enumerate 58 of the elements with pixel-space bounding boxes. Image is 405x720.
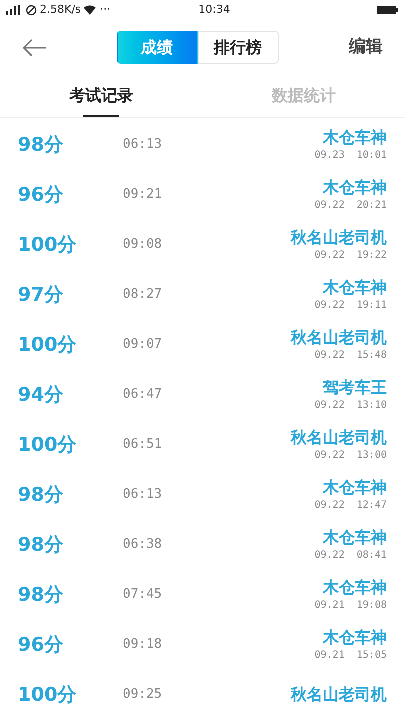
record-title: 木仓车神 xyxy=(323,528,387,548)
duration: 06:13 xyxy=(123,136,162,154)
duration: 06:38 xyxy=(123,536,162,554)
record-title: 木仓车神 xyxy=(323,278,387,298)
duration: 06:13 xyxy=(123,486,162,504)
duration: 09:25 xyxy=(123,686,162,704)
score: 98分 xyxy=(18,482,64,508)
score: 94分 xyxy=(18,382,64,408)
duration: 07:45 xyxy=(123,586,162,604)
score: 98分 xyxy=(18,132,64,158)
score: 96分 xyxy=(18,632,64,658)
record-title: 秋名山老司机 xyxy=(291,685,387,705)
record-date: 09.22 19:22 xyxy=(314,248,387,262)
record-date: 09.21 15:05 xyxy=(314,648,387,662)
score: 100分 xyxy=(18,332,78,358)
duration: 09:18 xyxy=(123,636,162,654)
score: 100分 xyxy=(18,432,78,458)
record-date: 09.22 20:21 xyxy=(314,198,387,212)
duration: 09:07 xyxy=(123,336,162,354)
score: 100分 xyxy=(18,232,78,258)
record-date: 09.22 13:00 xyxy=(314,448,387,462)
record-title: 秋名山老司机 xyxy=(291,328,387,348)
score: 96分 xyxy=(18,182,64,208)
duration: 09:21 xyxy=(123,186,162,204)
clock: 10:34 xyxy=(198,2,230,18)
record-date: 09.22 19:11 xyxy=(314,298,387,312)
edit-button[interactable]: 编辑 xyxy=(349,34,383,60)
record-title: 秋名山老司机 xyxy=(291,428,387,448)
score: 98分 xyxy=(18,532,64,558)
record-date: 09.21 19:08 xyxy=(314,598,387,612)
score: 100分 xyxy=(18,682,78,708)
record-title: 木仓车神 xyxy=(323,578,387,598)
record-date: 09.23 10:01 xyxy=(314,148,387,162)
record-title: 驾考车王 xyxy=(323,378,387,398)
duration: 06:51 xyxy=(123,436,162,454)
battery-icon xyxy=(377,5,399,15)
record-title: 木仓车神 xyxy=(323,478,387,498)
blocked-icon xyxy=(26,4,37,16)
tab[interactable]: 考试记录 xyxy=(0,75,202,117)
record-title: 木仓车神 xyxy=(323,628,387,648)
record-date: 09.22 12:47 xyxy=(314,498,387,512)
record-date: 09.22 08:41 xyxy=(314,548,387,562)
wifi-icon xyxy=(84,5,96,15)
back-arrow-icon[interactable] xyxy=(22,38,46,56)
duration: 08:27 xyxy=(123,286,162,304)
score: 97分 xyxy=(18,282,64,308)
duration: 09:08 xyxy=(123,236,162,254)
network-speed: 2.58K/s xyxy=(40,2,82,18)
record-title: 秋名山老司机 xyxy=(291,228,387,248)
record-title: 木仓车神 xyxy=(323,128,387,148)
score: 98分 xyxy=(18,582,64,608)
record-date: 09.22 13:10 xyxy=(314,398,387,412)
signal-icon xyxy=(6,5,22,15)
segment-tab[interactable]: 排行榜 xyxy=(198,31,278,64)
more-text: ··· xyxy=(100,2,111,18)
duration: 06:47 xyxy=(123,386,162,404)
record-date: 09.22 15:48 xyxy=(314,348,387,362)
record-title: 木仓车神 xyxy=(323,178,387,198)
